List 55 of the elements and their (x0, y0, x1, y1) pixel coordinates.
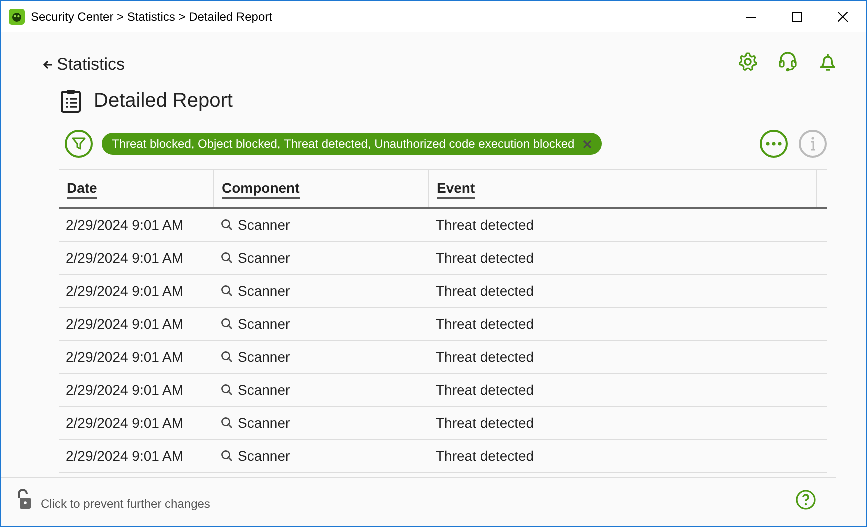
search-icon (221, 285, 233, 297)
table-cell-text: 2/29/2024 9:01 AM (65, 283, 185, 299)
search-icon (221, 351, 233, 363)
table-cell-text: Threat detected (435, 283, 536, 299)
table-cell-text: 2/29/2024 9:01 AM (65, 448, 185, 464)
filter-button[interactable] (65, 130, 93, 158)
table-cell-text: 2/29/2024 9:01 AM (65, 217, 185, 233)
back-link[interactable]: Statistics (43, 55, 719, 75)
table-cell: Scanner (238, 415, 290, 431)
table-cell-text: Threat detected (435, 448, 536, 464)
page-title: Detailed Report (94, 90, 233, 112)
table-cell: Scanner (238, 283, 290, 299)
window-title: Security Center > Statistics > Detailed Report (31, 10, 274, 24)
table-cell-text: 2/29/2024 9:01 AM (65, 349, 185, 365)
table-cell: Scanner (238, 250, 290, 266)
settings-icon[interactable] (737, 51, 759, 73)
column-header[interactable]: Component (222, 180, 300, 199)
search-icon (221, 318, 233, 330)
search-icon (221, 417, 233, 429)
close-icon (838, 12, 848, 22)
table-cell-text: Threat detected (435, 382, 536, 398)
headset-icon[interactable] (777, 51, 799, 73)
arrow-left-icon (43, 60, 53, 70)
more-icon (766, 142, 782, 146)
lock-status-text[interactable]: Click to prevent further changes (41, 497, 796, 511)
search-icon (221, 450, 233, 462)
info-button[interactable] (799, 130, 827, 158)
table-cell-text: 2/29/2024 9:01 AM (65, 316, 185, 332)
filter-icon (72, 137, 86, 151)
table-cell-text: Threat detected (435, 250, 536, 266)
table-cell: Scanner (238, 382, 290, 398)
table-cell-text: 2/29/2024 9:01 AM (65, 250, 185, 266)
column-header[interactable]: Date (67, 180, 98, 199)
table-cell-text: Threat detected (435, 316, 536, 332)
table-cell: Scanner (238, 316, 290, 332)
table-cell: Scanner (238, 217, 290, 233)
info-icon (810, 137, 816, 151)
maximize-icon (792, 12, 802, 22)
clipboard-icon (61, 89, 81, 113)
filter-chip[interactable]: Threat blocked, Object blocked, Threat detected, Unauthorized code execution blocked (102, 133, 602, 155)
table-cell: Scanner (238, 448, 290, 464)
table-cell: Scanner (238, 349, 290, 365)
help-icon[interactable] (796, 490, 816, 510)
search-icon (221, 252, 233, 264)
table-cell-text: Threat detected (435, 217, 536, 233)
table-cell-text: 2/29/2024 9:01 AM (65, 415, 185, 431)
more-button[interactable] (760, 130, 788, 158)
table-cell-text: Threat detected (435, 349, 536, 365)
app-logo-icon (9, 8, 25, 24)
column-header[interactable]: Event (437, 180, 476, 199)
close-icon[interactable] (582, 140, 592, 148)
search-icon (221, 219, 233, 231)
search-icon (221, 384, 233, 396)
table-cell-text: Threat detected (435, 415, 536, 431)
table-cell-text: 2/29/2024 9:01 AM (65, 382, 185, 398)
